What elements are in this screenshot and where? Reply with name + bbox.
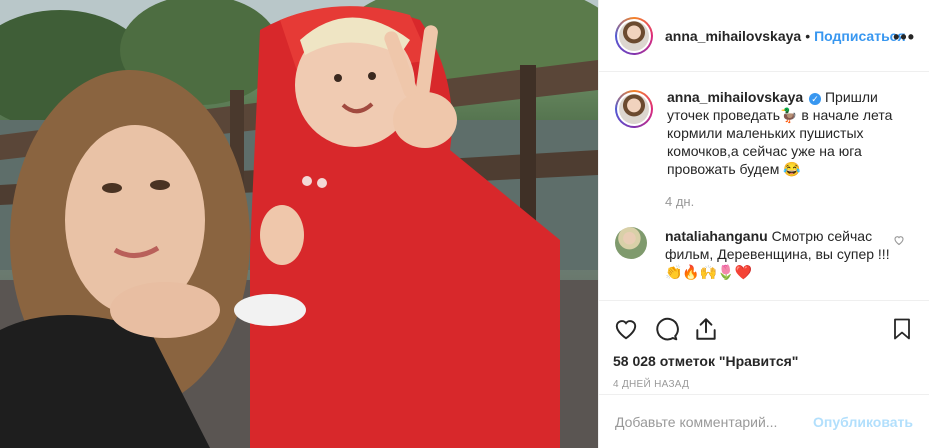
like-heart-icon[interactable]: [613, 316, 639, 342]
bookmark-icon[interactable]: [889, 316, 915, 342]
commenter-avatar[interactable]: [615, 227, 647, 259]
photo-illustration: [0, 0, 598, 448]
post-sidebar: anna_mihailovskaya • Подписаться ••• ann…: [598, 0, 929, 448]
add-comment-input[interactable]: [615, 413, 814, 430]
instagram-post: anna_mihailovskaya • Подписаться ••• ann…: [0, 0, 929, 448]
publish-button[interactable]: Опубликовать: [813, 414, 913, 430]
author-username-link[interactable]: anna_mihailovskaya: [665, 28, 801, 44]
separator-dot: •: [805, 27, 811, 44]
share-icon[interactable]: [693, 316, 719, 342]
add-comment-bar: Опубликовать: [599, 394, 929, 448]
caption-time[interactable]: 4 дн.: [665, 194, 913, 209]
comment-like-heart-icon[interactable]: [893, 234, 905, 249]
caption: anna_mihailovskaya ✓ Пришли уточек прове…: [615, 88, 913, 178]
caption-avatar[interactable]: [615, 90, 653, 128]
post-actions: 58 028 отметок "Нравится" 4 ДНЕЙ НАЗАД: [599, 300, 929, 390]
caption-username-link[interactable]: anna_mihailovskaya: [667, 89, 803, 105]
posted-time[interactable]: 4 ДНЕЙ НАЗАД: [613, 379, 915, 390]
comment-bubble-icon[interactable]: [653, 316, 679, 342]
author-avatar[interactable]: [615, 16, 653, 55]
comment-item: nataliahanganu Смотрю сейчас фильм, Дере…: [615, 227, 913, 281]
follow-button[interactable]: Подписаться: [814, 28, 906, 44]
post-header: anna_mihailovskaya • Подписаться •••: [599, 0, 929, 72]
author-avatar-image: [619, 20, 649, 51]
post-photo[interactable]: [0, 0, 598, 448]
likes-count[interactable]: 58 028 отметок "Нравится": [613, 353, 915, 369]
commenter-username-link[interactable]: nataliahanganu: [665, 228, 768, 244]
comments-section: anna_mihailovskaya ✓ Пришли уточек прове…: [599, 72, 929, 300]
verified-badge-icon: ✓: [809, 93, 822, 105]
more-options-icon[interactable]: •••: [893, 27, 915, 48]
